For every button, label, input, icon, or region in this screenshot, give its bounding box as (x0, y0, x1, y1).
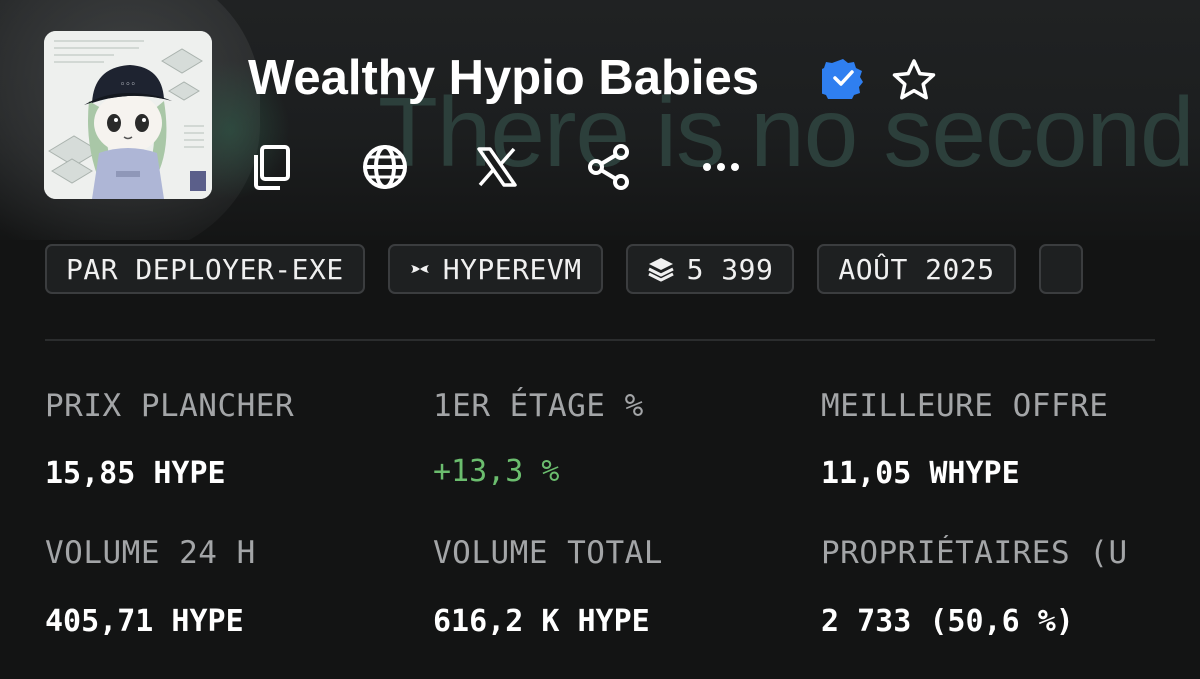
verified-badge-icon (817, 57, 864, 104)
floor-price-value: 15,85 HYPE (45, 456, 226, 491)
collection-avatar: ◦◦◦ (44, 31, 212, 199)
copy-icon (250, 143, 294, 196)
floor-price-label: PRIX PLANCHER (45, 388, 295, 424)
more-icon (701, 160, 741, 178)
date-chip[interactable]: AOÛT 2025 (817, 244, 1016, 294)
best-offer-value: 11,05 WHYPE (821, 456, 1020, 491)
items-chip[interactable]: 5 399 (625, 244, 795, 294)
share-icon (585, 143, 633, 196)
creator-chip-label: PAR DEPLOYER-EXE (66, 252, 344, 286)
x-logo-icon (475, 145, 519, 194)
layers-icon (647, 255, 675, 283)
collection-info-chips: PAR DEPLOYER-EXE HYPEREVM 5 399 AOÛT 202… (45, 244, 1155, 294)
volume-24h-value: 405,71 HYPE (45, 604, 244, 639)
copy-button[interactable] (247, 144, 297, 194)
volume-total-value: 616,2 K HYPE (433, 604, 650, 639)
volume-24h-label: VOLUME 24 H (45, 535, 256, 571)
favorite-star-icon[interactable] (890, 56, 938, 109)
website-button[interactable] (360, 144, 410, 194)
owners-value: 2 733 (50,6 %) (821, 604, 1074, 639)
chain-chip[interactable]: HYPEREVM (387, 244, 603, 294)
owners-label: PROPRIÉTAIRES (U (821, 535, 1128, 571)
more-options-button[interactable] (696, 144, 746, 194)
x-profile-button[interactable] (472, 144, 522, 194)
date-chip-label: AOÛT 2025 (838, 252, 995, 286)
svg-text:◦◦◦: ◦◦◦ (120, 80, 136, 90)
share-button[interactable] (584, 143, 634, 196)
collection-title: Wealthy Hypio Babies (248, 51, 760, 105)
globe-icon (361, 143, 409, 196)
volume-total-label: VOLUME TOTAL (433, 535, 663, 571)
section-divider (45, 339, 1155, 341)
items-chip-label: 5 399 (686, 252, 774, 286)
chain-chip-label: HYPEREVM (442, 252, 582, 286)
best-offer-label: MEILLEURE OFFRE (821, 388, 1109, 424)
creator-chip[interactable]: PAR DEPLOYER-EXE (45, 244, 365, 294)
more-chip-fragment[interactable] (1038, 244, 1083, 294)
first-floor-label: 1ER ÉTAGE % (433, 388, 644, 424)
first-floor-value: +13,3 % (433, 454, 560, 489)
hyperevm-logo-icon (409, 262, 431, 276)
